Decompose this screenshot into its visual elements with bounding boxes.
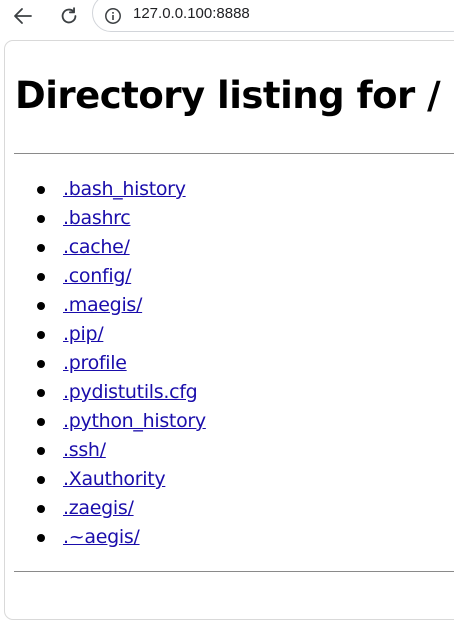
list-item: .maegis/ <box>5 291 206 320</box>
list-item: .pydistutils.cfg <box>5 378 206 407</box>
file-link[interactable]: .Xauthority <box>63 468 166 490</box>
file-link[interactable]: .python_history <box>63 410 206 432</box>
list-item: .cache/ <box>5 233 206 262</box>
list-item: .pip/ <box>5 320 206 349</box>
file-link[interactable]: .profile <box>63 352 127 374</box>
back-button[interactable] <box>9 2 37 30</box>
list-item: .ssh/ <box>5 436 206 465</box>
url-text[interactable]: 127.0.0.100:8888 <box>133 5 250 22</box>
file-link[interactable]: .pydistutils.cfg <box>63 381 198 403</box>
info-icon[interactable] <box>104 7 122 25</box>
page-title: Directory listing for / <box>15 74 441 117</box>
reload-icon <box>61 7 77 24</box>
folder-link[interactable]: .pip/ <box>63 323 104 345</box>
list-item: .~aegis/ <box>5 523 206 552</box>
file-link[interactable]: .bash_history <box>63 178 186 200</box>
list-item: .bashrc <box>5 204 206 233</box>
folder-link[interactable]: .ssh/ <box>63 439 106 461</box>
folder-link[interactable]: .zaegis/ <box>63 497 134 519</box>
list-item: .bash_history <box>5 175 206 204</box>
list-item: .config/ <box>5 262 206 291</box>
list-item: .Xauthority <box>5 465 206 494</box>
file-link[interactable]: .bashrc <box>63 207 131 229</box>
folder-link[interactable]: .maegis/ <box>63 294 142 316</box>
folder-link[interactable]: .cache/ <box>63 236 130 258</box>
top-divider <box>14 153 454 154</box>
list-item: .zaegis/ <box>5 494 206 523</box>
browser-toolbar: 127.0.0.100:8888 <box>0 0 454 36</box>
folder-link[interactable]: .~aegis/ <box>63 526 140 548</box>
bottom-divider <box>14 571 454 572</box>
reload-button[interactable] <box>55 2 83 30</box>
list-item: .python_history <box>5 407 206 436</box>
arrow-left-icon <box>14 8 32 24</box>
directory-listing: .bash_history .bashrc .cache/ .config/ .… <box>5 175 206 552</box>
folder-link[interactable]: .config/ <box>63 265 131 287</box>
page-viewport: Directory listing for / .bash_history .b… <box>4 40 454 620</box>
list-item: .profile <box>5 349 206 378</box>
